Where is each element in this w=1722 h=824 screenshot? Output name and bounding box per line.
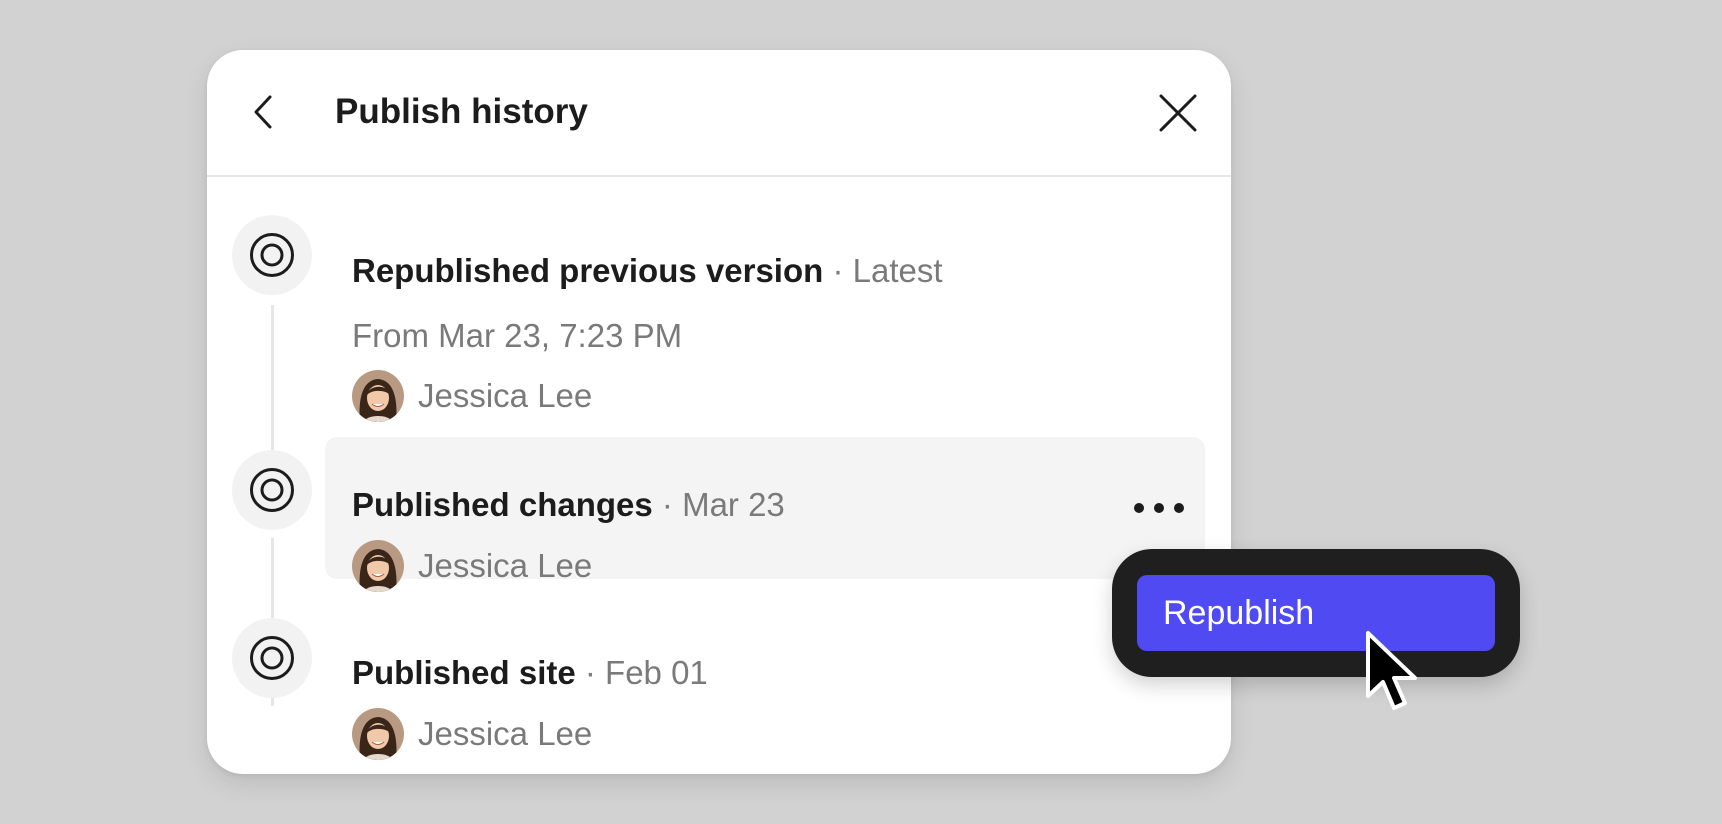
timeline-node: [232, 618, 312, 698]
entry-action: Republished previous version: [352, 252, 824, 289]
more-horizontal-icon: [1134, 503, 1184, 513]
more-options-button[interactable]: [1124, 490, 1194, 526]
entry-meta: · Feb 01: [584, 654, 708, 691]
avatar: [352, 708, 404, 760]
chevron-left-icon: [254, 95, 272, 129]
target-icon: [250, 233, 294, 277]
entry-action: Published changes: [352, 486, 653, 523]
list-item-title: Published site · Feb 01: [352, 652, 708, 694]
panel-header: Publish history: [207, 50, 1231, 177]
back-button[interactable]: [243, 92, 283, 132]
entry-subtitle: From Mar 23, 7:23 PM: [352, 317, 683, 354]
context-menu: Republish: [1112, 549, 1520, 677]
author-name: Jessica Lee: [418, 715, 593, 752]
list-item-title: Published changes · Mar 23: [352, 484, 785, 526]
entry-meta: · Mar 23: [661, 486, 785, 523]
entry-author: Jessica Lee: [352, 370, 592, 422]
author-name: Jessica Lee: [418, 547, 593, 584]
avatar: [352, 370, 404, 422]
entry-author: Jessica Lee: [352, 540, 592, 592]
entry-action: Published site: [352, 654, 576, 691]
republish-menu-item[interactable]: Republish: [1137, 575, 1495, 651]
mouse-cursor-icon: [1366, 631, 1417, 710]
page-title: Publish history: [335, 92, 588, 131]
list-item-title: Republished previous version · Latest: [352, 250, 943, 292]
target-icon: [250, 636, 294, 680]
avatar: [352, 540, 404, 592]
entry-meta: · Latest: [832, 252, 943, 289]
target-icon: [250, 468, 294, 512]
publish-history-panel: Publish history Republished previous ver…: [207, 50, 1231, 774]
author-name: Jessica Lee: [418, 377, 593, 414]
timeline-node: [232, 215, 312, 295]
entry-author: Jessica Lee: [352, 708, 592, 760]
close-icon: [1159, 94, 1197, 132]
timeline-node: [232, 450, 312, 530]
close-button[interactable]: [1153, 88, 1203, 138]
